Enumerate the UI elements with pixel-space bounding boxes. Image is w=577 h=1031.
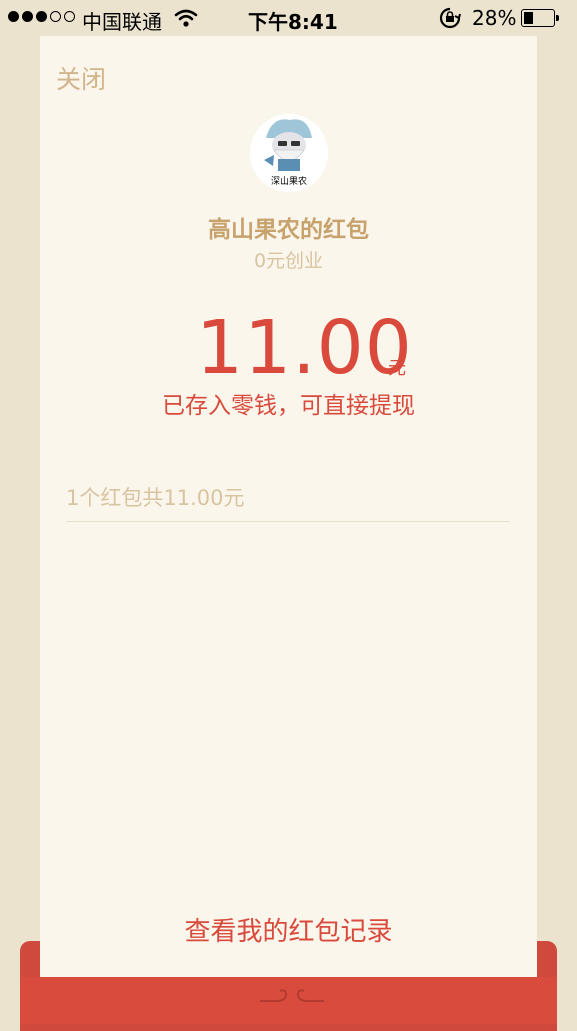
avatar: 深山果农 xyxy=(250,114,328,192)
battery-percent: 28% xyxy=(472,6,517,30)
sender-title: 高山果农的红包 xyxy=(208,217,369,243)
divider xyxy=(66,521,510,522)
clock-time: 下午8:41 xyxy=(248,10,338,34)
amount-unit: 元 xyxy=(388,358,406,379)
rotation-lock-icon xyxy=(438,6,462,35)
battery-icon xyxy=(521,9,561,27)
amount-row: 11.00 元 xyxy=(40,306,537,390)
signal-strength-icon xyxy=(8,11,75,22)
envelope-front xyxy=(20,977,557,1024)
carrier-name: 中国联通 xyxy=(82,10,162,34)
greeting-message: 0元创业 xyxy=(253,250,324,272)
close-button[interactable]: 关闭 xyxy=(56,60,106,96)
wifi-icon xyxy=(174,8,198,33)
deposit-note-link[interactable]: 已存入零钱，可直接提现 xyxy=(40,386,537,420)
red-packet-detail-card: 关闭 深山果农 高山果农的红包 0元创业 11.00 元 已存入零钱，可直接提现… xyxy=(40,36,537,1024)
view-records-link[interactable]: 查看我的红包记录 xyxy=(40,911,537,948)
amount-value: 11.00 xyxy=(196,305,413,391)
envelope-ornament-icon xyxy=(260,989,324,1002)
avatar-caption: 深山果农 xyxy=(270,177,307,187)
status-bar: 中国联通 下午8:41 28% xyxy=(0,0,577,38)
packet-summary: 1个红包共11.00元 xyxy=(66,486,245,510)
